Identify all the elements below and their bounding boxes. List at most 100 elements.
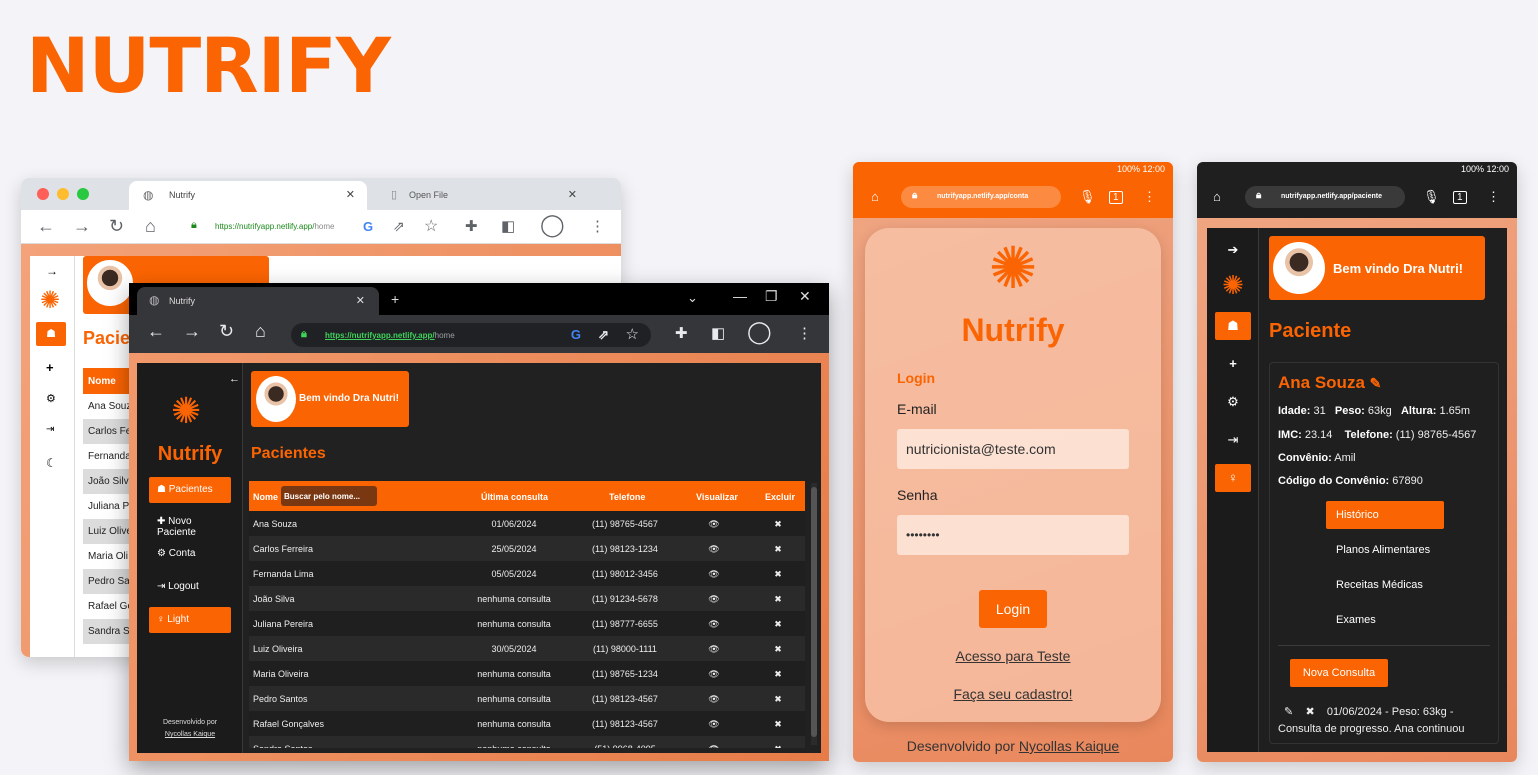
footer-author-link[interactable]: Nycollas Kaique: [1019, 738, 1119, 754]
address-bar[interactable]: 🔒︎ https://nutrifyapp.netlify.app/home: [181, 214, 451, 238]
gear-icon[interactable]: ⚙: [1215, 388, 1251, 416]
view-icon[interactable]: 👁︎: [699, 644, 729, 655]
delete-icon[interactable]: ✖: [763, 619, 793, 630]
test-access-link[interactable]: Acesso para Teste: [865, 648, 1161, 664]
gear-icon[interactable]: ⚙: [46, 392, 56, 405]
profile-icon[interactable]: ◯: [540, 212, 565, 238]
users-icon[interactable]: ☗: [1215, 312, 1251, 340]
sidebar-item-conta[interactable]: ⚙ Conta: [149, 541, 231, 567]
delete-icon[interactable]: ✖: [763, 719, 793, 730]
minimize-window-dot[interactable]: [57, 188, 69, 200]
delete-icon[interactable]: ✖: [1305, 706, 1314, 718]
email-field[interactable]: nutricionista@teste.com: [897, 429, 1129, 469]
sidebar-item-novo-paciente[interactable]: ✚ Novo Paciente: [149, 509, 231, 538]
close-window-icon[interactable]: ✕: [799, 288, 811, 305]
menu-icon[interactable]: ⋮: [1143, 189, 1156, 205]
close-tab-icon[interactable]: ✕: [356, 294, 365, 307]
address-bar[interactable]: 🔒︎ https://nutrifyapp.netlify.app/home G…: [291, 323, 651, 347]
mic-icon[interactable]: 🎙︎: [1079, 189, 1096, 205]
share-icon[interactable]: ⇗: [393, 218, 405, 235]
menu-icon[interactable]: ⋮: [797, 324, 812, 342]
extensions-icon[interactable]: ✚: [675, 324, 688, 342]
search-input[interactable]: Buscar pelo nome...: [281, 486, 377, 506]
plus-icon[interactable]: +: [46, 360, 54, 375]
moon-icon[interactable]: ☾: [46, 456, 57, 470]
star-icon[interactable]: ☆: [626, 325, 639, 343]
view-icon[interactable]: 👁︎: [699, 544, 729, 555]
new-consult-button[interactable]: Nova Consulta: [1290, 659, 1388, 687]
view-icon[interactable]: 👁︎: [699, 719, 729, 730]
logout-icon[interactable]: ⇥: [46, 424, 54, 435]
close-tab-icon[interactable]: ✕: [346, 188, 355, 201]
google-icon[interactable]: G: [571, 327, 581, 342]
delete-icon[interactable]: ✖: [763, 694, 793, 705]
sidebar-item-logout[interactable]: ⇥ Logout: [149, 574, 231, 600]
back-icon[interactable]: ←: [37, 216, 55, 237]
sidebar-item-pacientes[interactable]: ☗ Pacientes: [149, 477, 231, 503]
password-field[interactable]: ••••••••: [897, 515, 1129, 555]
view-icon[interactable]: 👁︎: [699, 694, 729, 705]
tab-nutrify[interactable]: ◍ Nutrify ✕: [137, 287, 379, 315]
address-bar[interactable]: 🔒︎ nutrifyapp.netlify.app/conta: [901, 186, 1061, 208]
share-icon[interactable]: ⇗: [598, 327, 609, 343]
scrollbar-thumb[interactable]: [811, 487, 817, 737]
delete-icon[interactable]: ✖: [763, 594, 793, 605]
maximize-window-dot[interactable]: [77, 188, 89, 200]
view-icon[interactable]: 👁︎: [699, 619, 729, 630]
view-icon[interactable]: 👁︎: [699, 744, 729, 748]
collapse-icon[interactable]: →: [46, 264, 58, 278]
footer-author-link[interactable]: Nycollas Kaique: [137, 731, 243, 738]
tabs-count-icon[interactable]: 1: [1453, 191, 1467, 204]
new-tab-icon[interactable]: +: [391, 291, 399, 307]
delete-icon[interactable]: ✖: [763, 569, 793, 580]
close-window-dot[interactable]: [37, 188, 49, 200]
star-icon[interactable]: ☆: [424, 216, 438, 236]
users-icon[interactable]: ☗: [36, 322, 66, 346]
view-icon[interactable]: 👁︎: [699, 669, 729, 680]
delete-icon[interactable]: ✖: [763, 644, 793, 655]
google-icon[interactable]: G: [363, 219, 373, 234]
scrollbar[interactable]: [811, 483, 817, 745]
menu-icon[interactable]: ⋮: [590, 217, 605, 235]
home-icon[interactable]: ⌂: [255, 321, 266, 342]
home-icon[interactable]: ⌂: [145, 216, 156, 237]
sidepanel-icon[interactable]: ◧: [501, 217, 515, 235]
plus-icon[interactable]: +: [1215, 350, 1251, 378]
delete-icon[interactable]: ✖: [763, 519, 793, 530]
collapse-icon[interactable]: ←: [229, 373, 240, 385]
sidepanel-icon[interactable]: ◧: [711, 324, 725, 342]
forward-icon[interactable]: →: [73, 216, 91, 237]
tabs-count-icon[interactable]: 1: [1109, 191, 1123, 204]
reload-icon[interactable]: ↻: [109, 216, 124, 237]
back-icon[interactable]: ←: [147, 321, 165, 342]
mic-icon[interactable]: 🎙︎: [1423, 189, 1440, 205]
logout-icon[interactable]: ⇥: [1215, 426, 1251, 454]
delete-icon[interactable]: ✖: [763, 669, 793, 680]
restore-icon[interactable]: ❐: [765, 288, 778, 305]
menu-icon[interactable]: ⋮: [1487, 189, 1500, 205]
delete-icon[interactable]: ✖: [763, 544, 793, 555]
minimize-icon[interactable]: —: [733, 288, 747, 304]
patient-tab-0[interactable]: Histórico: [1326, 501, 1444, 529]
tab-nutrify[interactable]: ◍ Nutrify ✕: [129, 181, 367, 210]
patient-tab-1[interactable]: Planos Alimentares: [1326, 536, 1444, 564]
reload-icon[interactable]: ↻: [219, 321, 234, 342]
sidebar-item-light[interactable]: ♀ Light: [149, 607, 231, 633]
edit-icon[interactable]: ✎: [1370, 375, 1382, 391]
login-button[interactable]: Login: [979, 590, 1047, 628]
close-tab-icon[interactable]: ✕: [568, 188, 577, 201]
home-icon[interactable]: ⌂: [871, 189, 879, 204]
forward-icon[interactable]: →: [183, 321, 201, 342]
expand-icon[interactable]: ➔: [1215, 236, 1251, 264]
profile-icon[interactable]: ◯: [747, 319, 772, 345]
view-icon[interactable]: 👁︎: [699, 519, 729, 530]
patient-tab-3[interactable]: Exames: [1326, 606, 1444, 634]
edit-icon[interactable]: ✎: [1284, 706, 1293, 718]
signup-link[interactable]: Faça seu cadastro!: [865, 686, 1161, 702]
bulb-icon[interactable]: ♀: [1215, 464, 1251, 492]
home-icon[interactable]: ⌂: [1213, 189, 1221, 204]
patient-tab-2[interactable]: Receitas Médicas: [1326, 571, 1444, 599]
delete-icon[interactable]: ✖: [763, 744, 793, 748]
view-icon[interactable]: 👁︎: [699, 569, 729, 580]
tab-open-file[interactable]: ▯ Open File ✕: [389, 181, 589, 210]
